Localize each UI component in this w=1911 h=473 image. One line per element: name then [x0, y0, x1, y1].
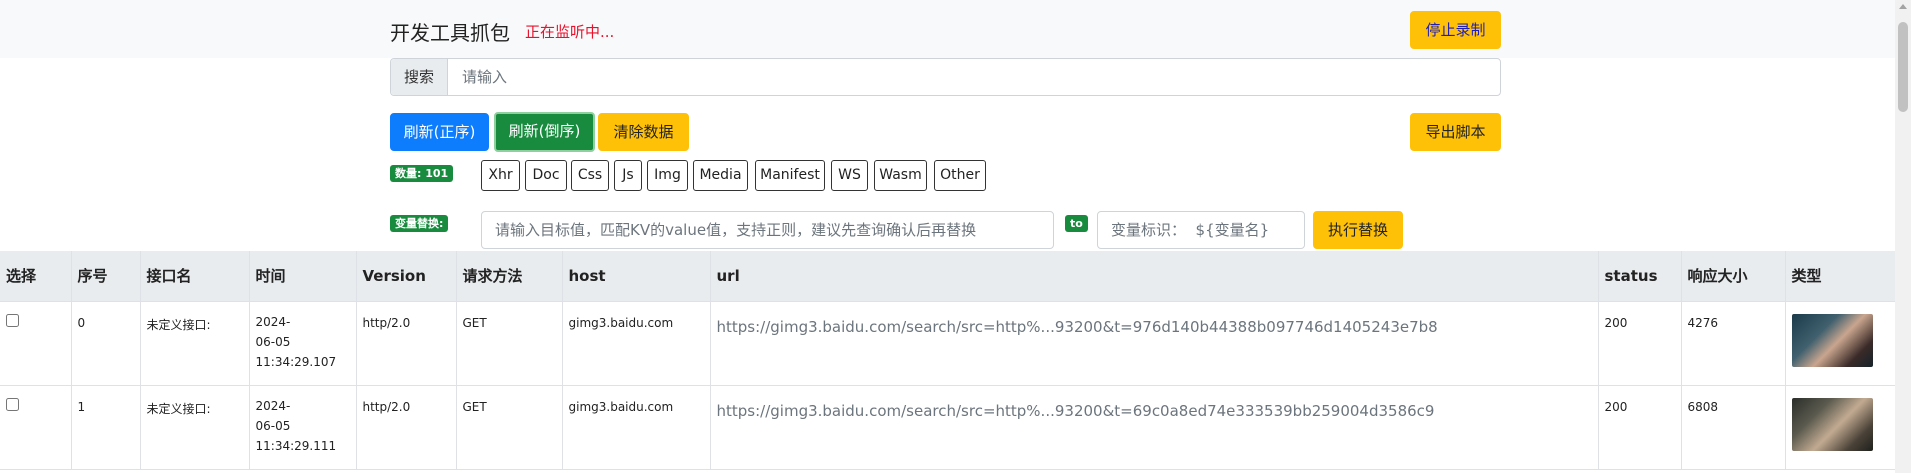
- count-badge: 数量: 101: [390, 165, 454, 182]
- clear-data-button[interactable]: 清除数据: [598, 113, 689, 151]
- table-row[interactable]: 1 未定义接口: 2024- 06-05 11:34:29.111 http/2…: [0, 385, 1896, 470]
- filter-manifest-button[interactable]: Manifest: [755, 160, 825, 191]
- select-cell: [0, 301, 72, 386]
- table-row[interactable]: 0 未定义接口: 2024- 06-05 11:34:29.107 http/2…: [0, 301, 1896, 386]
- export-script-button[interactable]: 导出脚本: [1410, 113, 1501, 151]
- name-cell: 未定义接口:: [140, 385, 250, 470]
- refresh-descending-button[interactable]: 刷新(倒序): [494, 112, 595, 152]
- variable-replace-badge: 变量替换:: [390, 215, 449, 232]
- search-input[interactable]: [449, 59, 1499, 95]
- filter-doc-button[interactable]: Doc: [525, 160, 567, 191]
- column-header-size[interactable]: 响应大小: [1681, 251, 1786, 302]
- refresh-ascending-button[interactable]: 刷新(正序): [390, 113, 489, 151]
- page-title: 开发工具抓包: [390, 21, 510, 45]
- column-header-type[interactable]: 类型: [1785, 251, 1896, 302]
- variable-name-input[interactable]: [1097, 211, 1305, 249]
- listening-status: 正在监听中...: [525, 23, 615, 41]
- time-cell: 2024- 06-05 11:34:29.107: [249, 301, 357, 386]
- method-cell: GET: [456, 301, 563, 386]
- filter-ws-button[interactable]: WS: [831, 160, 868, 191]
- type-cell: [1785, 385, 1896, 470]
- search-group: 搜索: [390, 58, 1501, 96]
- date-year: 2024-: [255, 398, 291, 413]
- filter-media-button[interactable]: Media: [693, 160, 748, 191]
- index-cell: 1: [71, 385, 141, 470]
- host-cell: gimg3.baidu.com: [562, 385, 711, 470]
- column-header-name[interactable]: 接口名: [140, 251, 250, 302]
- filter-xhr-button[interactable]: Xhr: [481, 160, 520, 191]
- filter-img-button[interactable]: Img: [647, 160, 688, 191]
- filter-css-button[interactable]: Css: [571, 160, 609, 191]
- date-monthday: 06-05: [255, 334, 291, 349]
- requests-table: 选择 序号 接口名 时间 Version 请求方法 host url statu…: [0, 251, 1896, 470]
- select-cell: [0, 385, 72, 470]
- target-value-input[interactable]: [481, 211, 1054, 249]
- method-cell: GET: [456, 385, 563, 470]
- row-checkbox[interactable]: [6, 313, 19, 327]
- time-cell: 2024- 06-05 11:34:29.111: [249, 385, 357, 470]
- column-header-host[interactable]: host: [562, 251, 711, 302]
- status-cell: 200: [1598, 385, 1682, 470]
- date-year: 2024-: [255, 314, 291, 329]
- name-cell: 未定义接口:: [140, 301, 250, 386]
- filter-js-button[interactable]: Js: [614, 160, 642, 191]
- image-thumbnail[interactable]: [1791, 313, 1873, 367]
- column-header-method[interactable]: 请求方法: [456, 251, 563, 302]
- column-header-select[interactable]: 选择: [0, 251, 72, 302]
- column-header-time[interactable]: 时间: [249, 251, 357, 302]
- time-value: 11:34:29.111: [255, 438, 337, 453]
- scrollbar-thumb[interactable]: [1898, 22, 1908, 112]
- type-cell: [1785, 301, 1896, 386]
- column-header-url[interactable]: url: [710, 251, 1599, 302]
- size-cell: 4276: [1681, 301, 1786, 386]
- to-badge: to: [1065, 215, 1088, 232]
- version-cell: http/2.0: [356, 385, 457, 470]
- top-bar: [0, 0, 1895, 58]
- time-value: 11:34:29.107: [255, 354, 337, 369]
- filter-other-button[interactable]: Other: [934, 160, 986, 191]
- stop-recording-button[interactable]: 停止录制: [1410, 11, 1501, 49]
- column-header-version[interactable]: Version: [356, 251, 457, 302]
- status-cell: 200: [1598, 301, 1682, 386]
- execute-replace-button[interactable]: 执行替换: [1313, 211, 1403, 249]
- column-header-index[interactable]: 序号: [71, 251, 141, 302]
- date-monthday: 06-05: [255, 418, 291, 433]
- url-cell[interactable]: https://gimg3.baidu.com/search/src=http%…: [710, 385, 1599, 470]
- size-cell: 6808: [1681, 385, 1786, 470]
- column-header-status[interactable]: status: [1598, 251, 1682, 302]
- image-thumbnail[interactable]: [1791, 397, 1873, 451]
- host-cell: gimg3.baidu.com: [562, 301, 711, 386]
- table-header-row: 选择 序号 接口名 时间 Version 请求方法 host url statu…: [0, 251, 1896, 302]
- page-scrollbar[interactable]: [1895, 0, 1911, 473]
- scroll-up-arrow-icon[interactable]: [1899, 4, 1907, 9]
- row-checkbox[interactable]: [6, 397, 19, 411]
- search-label: 搜索: [391, 59, 448, 95]
- index-cell: 0: [71, 301, 141, 386]
- version-cell: http/2.0: [356, 301, 457, 386]
- filter-wasm-button[interactable]: Wasm: [874, 160, 927, 191]
- url-cell[interactable]: https://gimg3.baidu.com/search/src=http%…: [710, 301, 1599, 386]
